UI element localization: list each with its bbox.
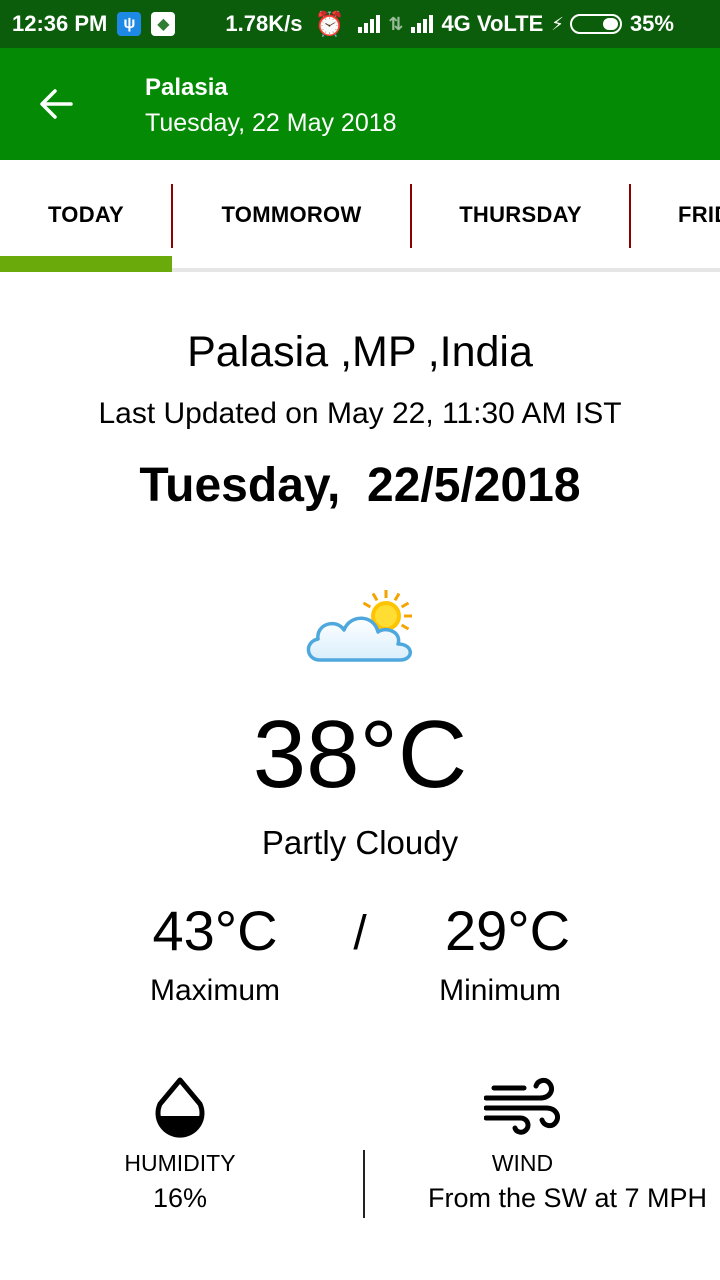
battery-percent: 35%: [629, 11, 674, 36]
date-heading: Tuesday, 22/5/2018: [139, 459, 581, 512]
temperature-separator: /: [353, 907, 367, 960]
maps-app-icon: ◆: [151, 12, 176, 36]
app-bar: Palasia Tuesday, 22 May 2018: [0, 48, 720, 160]
min-label: Minimum: [439, 974, 561, 1007]
tab-indicator: [0, 256, 172, 272]
usb-debug-icon: ψ: [117, 12, 142, 36]
signal-2-icon: [411, 15, 434, 33]
alarm-icon: ⏰: [314, 10, 345, 38]
tab-thursday[interactable]: THURSDAY: [412, 160, 629, 272]
status-time: 12:36 PM: [12, 11, 108, 36]
charging-icon: ⚡: [551, 13, 564, 34]
max-label: Maximum: [149, 974, 280, 1007]
signal-icon: [358, 15, 381, 33]
data-arrows-icon: ⇅: [388, 13, 404, 34]
wind-icon: [483, 1076, 562, 1136]
min-temperature: 29°C: [444, 899, 571, 962]
status-bar: 12:36 PM ψ ◆ 1.78K/s ⏰ ⇅ 4G VoLTE ⚡ 35%: [0, 0, 720, 48]
humidity-drop-icon: [152, 1076, 208, 1140]
max-temperature: 43°C: [152, 899, 278, 962]
last-updated: Last Updated on May 22, 11:30 AM IST: [98, 397, 622, 430]
humidity-value: 16%: [152, 1183, 208, 1213]
tab-tommorow[interactable]: TOMMOROW: [173, 160, 410, 272]
wind-value: From the SW at 7 MPH: [427, 1183, 708, 1213]
app-subtitle: Tuesday, 22 May 2018: [145, 109, 397, 137]
app-title: Palasia: [145, 74, 228, 101]
weather-condition: Partly Cloudy: [261, 824, 459, 861]
wind-label: WIND: [491, 1150, 554, 1176]
humidity-label: HUMIDITY: [124, 1150, 236, 1176]
location-title: Palasia ,MP ,India: [187, 328, 533, 376]
tab-friday[interactable]: FRID: [631, 160, 720, 272]
network-type: 4G VoLTE: [441, 11, 544, 36]
partly-cloudy-icon: [300, 590, 422, 666]
network-speed: 1.78K/s: [225, 11, 303, 36]
stats-divider: [363, 1150, 365, 1218]
current-temperature: 38°C: [252, 701, 468, 808]
arrow-back-icon[interactable]: [36, 84, 76, 124]
battery-icon: [569, 14, 622, 34]
